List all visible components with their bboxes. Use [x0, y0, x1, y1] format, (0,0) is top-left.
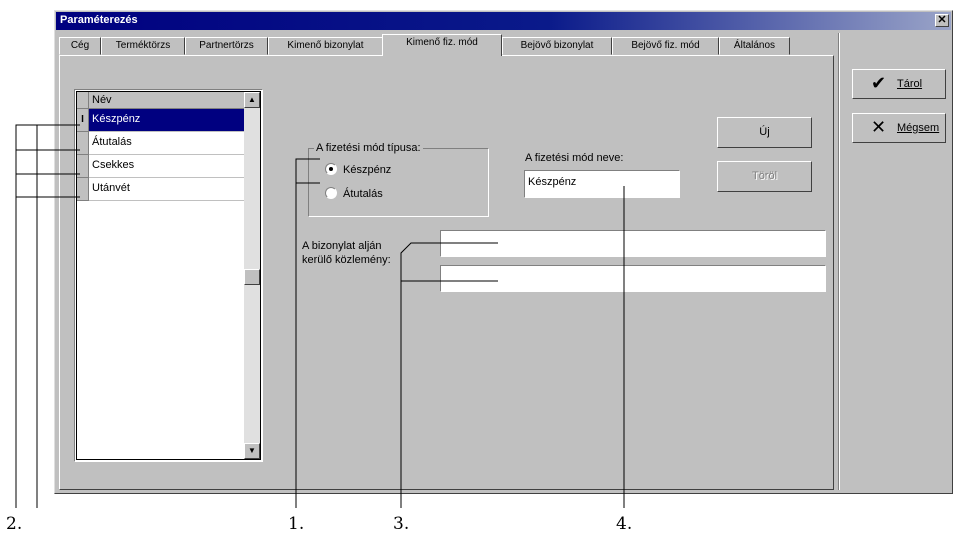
callout-line-2b — [36, 149, 80, 508]
callout-1: 1. — [288, 514, 305, 534]
callout-4: 4. — [616, 514, 633, 534]
callout-line-1a — [295, 158, 320, 508]
callout-line-3a — [400, 242, 498, 508]
callout-line-2a — [15, 124, 80, 508]
callout-3: 3. — [393, 514, 410, 534]
callout-lines — [15, 124, 625, 508]
callout-2: 2. — [6, 514, 23, 534]
tab-kimeno-fiz-mod[interactable]: Kimenő fiz. mód — [382, 34, 502, 56]
